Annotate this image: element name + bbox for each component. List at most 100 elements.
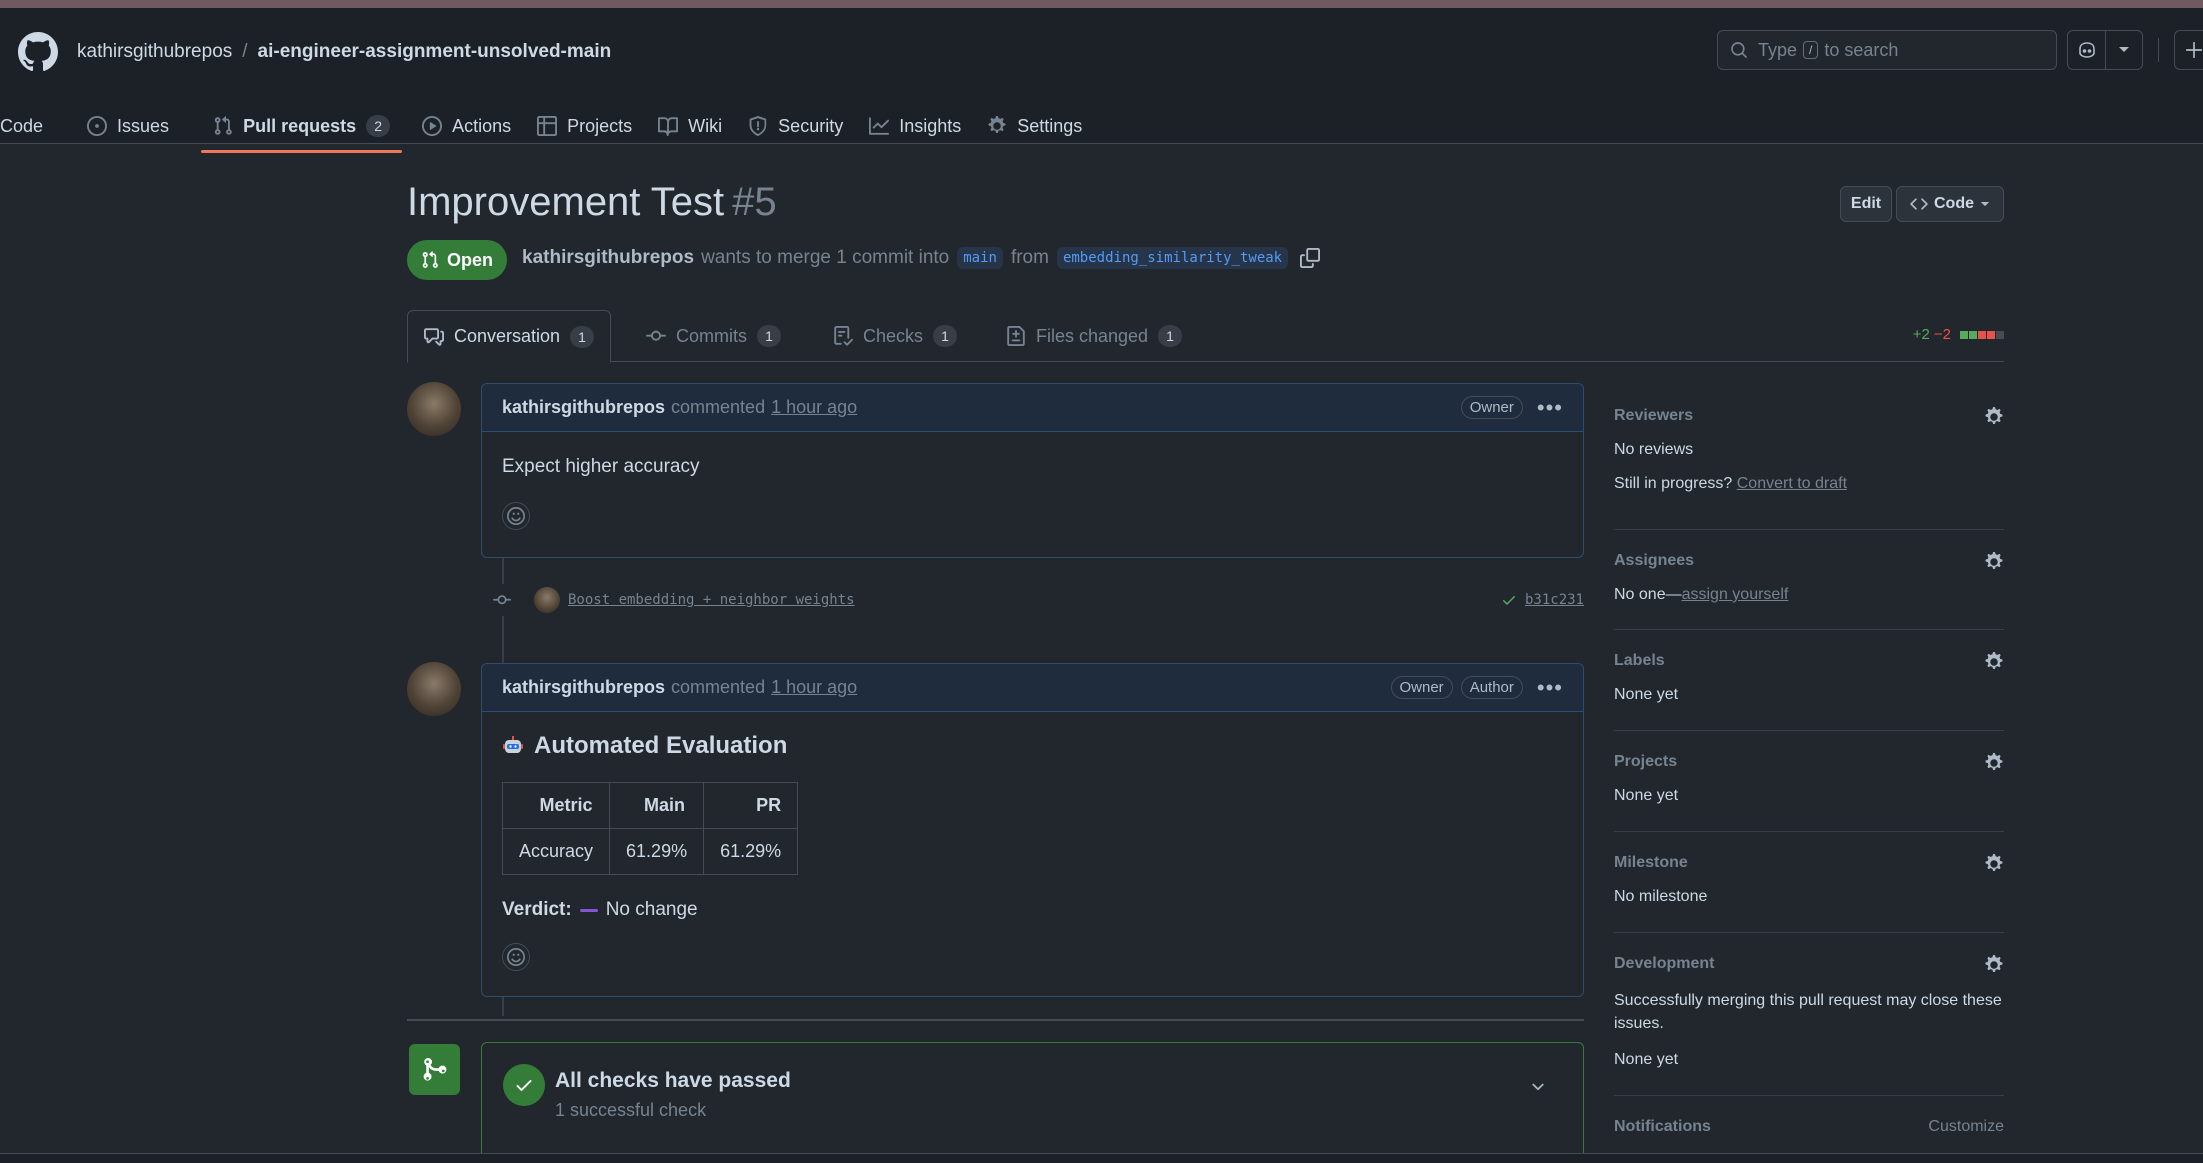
table-row: Accuracy 61.29% 61.29% — [501, 828, 799, 875]
nav-insights-label: Insights — [899, 115, 962, 136]
pr-sidebar: Reviewers No reviews Still in progress? … — [1614, 385, 2004, 1146]
comment-header: kathirsgithubrepos commented 1 hour ago … — [482, 384, 1583, 432]
avatar[interactable] — [407, 662, 461, 716]
repo-nav: Code Issues Pull requests 2 Actions Proj… — [0, 100, 1096, 153]
customize-link[interactable]: Customize — [1928, 1118, 2004, 1136]
file-diff-icon — [1007, 326, 1025, 346]
diffstat-deletions: −2 — [1933, 326, 1951, 343]
nav-pull-requests[interactable]: Pull requests 2 — [201, 100, 403, 153]
git-pull-request-icon — [214, 116, 232, 135]
status-badge: Open — [407, 240, 508, 280]
nav-wiki[interactable]: Wiki — [646, 100, 734, 152]
nav-actions-label: Actions — [452, 115, 512, 136]
sidebar-section-title[interactable]: Milestone — [1614, 854, 1688, 872]
git-commit-icon — [493, 595, 511, 605]
head-branch[interactable]: embedding_similarity_tweak — [1056, 247, 1289, 269]
evaluation-title: Automated Evaluation — [534, 732, 788, 759]
table-icon — [537, 116, 558, 136]
pr-author-link[interactable]: kathirsgithubrepos — [522, 247, 694, 269]
comment-author-link[interactable]: kathirsgithubrepos — [502, 677, 665, 698]
avatar[interactable] — [534, 587, 560, 613]
add-reaction-button[interactable] — [502, 943, 530, 971]
base-branch[interactable]: main — [957, 247, 1003, 269]
kebab-horizontal-icon[interactable]: ••• — [1537, 676, 1563, 699]
avatar[interactable] — [407, 382, 461, 436]
pull-requests-count: 2 — [366, 115, 391, 137]
sidebar-section-title[interactable]: Reviewers — [1614, 407, 1693, 425]
commit-sha-group: b31c231 — [1501, 592, 1584, 608]
sidebar-notifications: Notifications Customize — [1614, 1096, 2004, 1146]
gear-icon[interactable] — [1984, 955, 2004, 975]
comment-header-actions: Owner ••• — [1460, 396, 1563, 419]
dash-emoji-icon — [579, 908, 598, 912]
gear-icon[interactable] — [1984, 652, 2004, 672]
repo-name-link[interactable]: ai-engineer-assignment-unsolved-main — [258, 41, 612, 62]
check-icon[interactable] — [1501, 592, 1517, 608]
copilot-button[interactable] — [2068, 31, 2105, 69]
copilot-dropdown-button[interactable] — [2105, 31, 2142, 69]
nav-issues-label: Issues — [117, 115, 170, 136]
from-text: from — [1010, 247, 1049, 268]
tab-commits-label: Commits — [676, 325, 747, 346]
comment-author-link[interactable]: kathirsgithubrepos — [502, 397, 665, 418]
nav-code[interactable]: Code — [0, 100, 55, 152]
create-new-button[interactable] — [2174, 30, 2203, 70]
tab-conversation[interactable]: Conversation 1 — [407, 310, 612, 363]
nav-security[interactable]: Security — [736, 100, 855, 152]
sidebar-section-title[interactable]: Projects — [1614, 753, 1677, 771]
assign-yourself-link[interactable]: assign yourself — [1682, 586, 1789, 603]
add-reaction-button[interactable] — [502, 502, 530, 530]
commit-sha-link[interactable]: b31c231 — [1525, 592, 1584, 608]
author-badge: Author — [1460, 676, 1523, 699]
nav-projects[interactable]: Projects — [525, 100, 644, 152]
gear-icon[interactable] — [1984, 552, 2004, 572]
sidebar-section-title[interactable]: Assignees — [1614, 552, 1694, 570]
diffstat-square — [1996, 330, 2004, 339]
sidebar-section-title[interactable]: Development — [1614, 955, 1714, 973]
gear-icon[interactable] — [1984, 854, 2004, 874]
chevron-down-icon[interactable] — [1529, 1078, 1547, 1096]
book-icon — [658, 117, 679, 136]
tab-commits-count: 1 — [757, 325, 781, 347]
git-merge-icon — [409, 1044, 460, 1095]
owner-badge: Owner — [1390, 676, 1453, 699]
convert-to-draft-link[interactable]: Convert to draft — [1737, 475, 1847, 492]
tab-files-changed-count: 1 — [1158, 325, 1183, 347]
comment-timestamp-link[interactable]: 1 hour ago — [771, 397, 857, 418]
gear-icon[interactable] — [1984, 407, 2004, 427]
tab-checks[interactable]: Checks 1 — [817, 310, 973, 362]
search-input[interactable]: Type / to search — [1717, 30, 2057, 70]
checks-subtitle: 1 successful check — [555, 1100, 707, 1120]
comment-timestamp-link[interactable]: 1 hour ago — [771, 677, 857, 698]
commit-message-link[interactable]: Boost embedding + neighbor weights — [568, 592, 855, 608]
sidebar-value: None yet — [1614, 1051, 1679, 1068]
nav-settings[interactable]: Settings — [975, 100, 1094, 152]
nav-pull-requests-label: Pull requests — [243, 115, 357, 136]
gear-icon[interactable] — [1984, 753, 2004, 773]
verdict-value: No change — [605, 899, 698, 920]
edit-button[interactable]: Edit — [1840, 186, 1892, 222]
tab-commits[interactable]: Commits 1 — [630, 310, 797, 362]
kebab-horizontal-icon[interactable]: ••• — [1537, 396, 1563, 419]
verdict-label: Verdict: — [502, 899, 572, 920]
sidebar-section-title[interactable]: Labels — [1614, 652, 1665, 670]
search-icon — [1731, 42, 1747, 58]
tab-files-changed[interactable]: Files changed 1 — [990, 310, 1198, 362]
sidebar-assignees: Assignees No one—assign yourself — [1614, 530, 2004, 630]
nav-issues[interactable]: Issues — [75, 100, 181, 152]
github-logo-icon[interactable] — [18, 32, 58, 72]
comment-body: Expect higher accuracy — [482, 432, 1583, 550]
pr-tabs: Conversation 1 Commits 1 Checks 1 Files … — [407, 310, 2004, 363]
code-button[interactable]: Code — [1896, 186, 2004, 222]
checks-title: All checks have passed — [555, 1069, 791, 1092]
plus-icon — [2186, 42, 2202, 58]
sidebar-value: No one— — [1614, 586, 1682, 603]
nav-insights[interactable]: Insights — [857, 100, 973, 152]
breadcrumb: kathirsgithubrepos / ai-engineer-assignmen… — [77, 41, 611, 63]
copy-icon[interactable] — [1300, 248, 1321, 268]
nav-actions[interactable]: Actions — [410, 100, 523, 152]
graph-icon — [869, 117, 890, 135]
table-cell: 61.29% — [609, 828, 705, 875]
repo-owner-link[interactable]: kathirsgithubrepos — [77, 41, 232, 62]
table-header: Main — [609, 782, 705, 829]
